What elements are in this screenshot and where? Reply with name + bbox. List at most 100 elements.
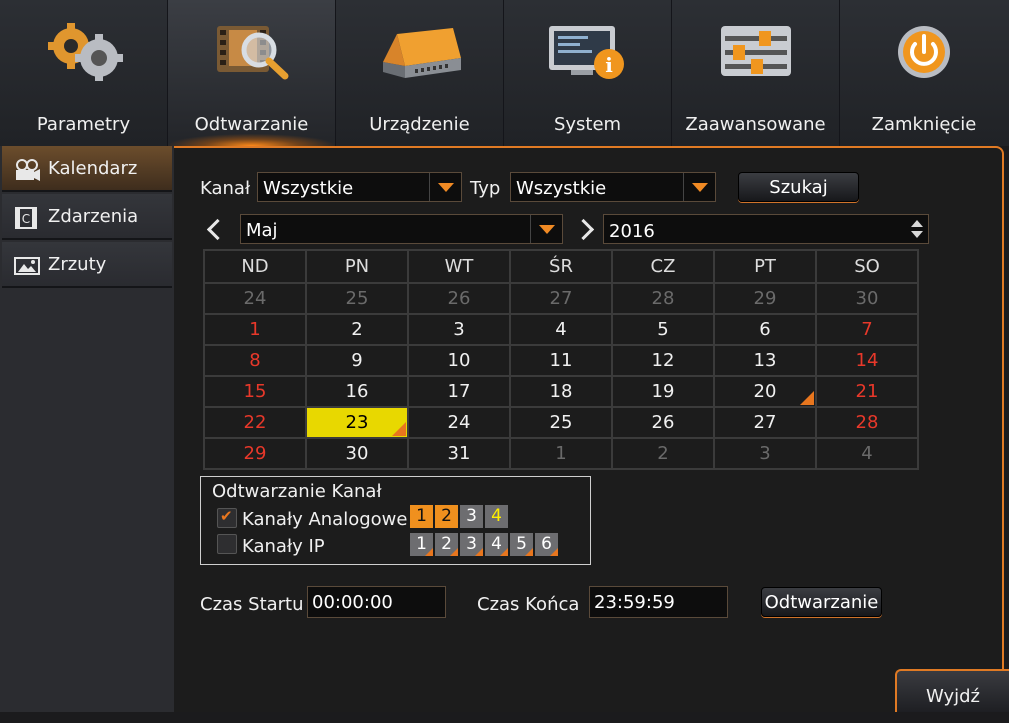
- ip-channel-toggle[interactable]: 5: [510, 533, 533, 556]
- tab-odtwarzanie[interactable]: Odtwarzanie: [168, 0, 336, 146]
- weekday-header: ND: [203, 249, 307, 284]
- calendar-day[interactable]: 18: [509, 375, 613, 408]
- calendar-day[interactable]: 30: [305, 437, 409, 470]
- calendar-day[interactable]: 19: [611, 375, 715, 408]
- sidebar-item-zdarzenia[interactable]: C Zdarzenia: [2, 194, 172, 240]
- calendar-day[interactable]: 2: [305, 313, 409, 346]
- tab-zamkniecie[interactable]: Zamknięcie: [840, 0, 1008, 146]
- sidebar-item-label: Zdarzenia: [48, 206, 139, 227]
- film-magnifier-icon: [216, 26, 288, 80]
- calendar-week-row: 15 16 17 18 19 20 21: [203, 375, 919, 408]
- calendar-grid: ND PN WT ŚR CZ PT SO 24 25 26 27 28 29 30 1 2 3 4 5…: [203, 249, 919, 470]
- tab-zaawansowane[interactable]: Zaawansowane: [672, 0, 840, 146]
- calendar-day[interactable]: 21: [815, 375, 919, 408]
- calendar-day[interactable]: 15: [203, 375, 307, 408]
- calendar-day[interactable]: 5: [611, 313, 715, 346]
- calendar-day[interactable]: 1: [509, 437, 613, 470]
- tab-label: Zaawansowane: [685, 114, 826, 135]
- analog-channel-toggle[interactable]: 4: [485, 505, 508, 528]
- playback-channel-group: Odtwarzanie Kanał Kanały Analogowe 1234 …: [200, 476, 591, 565]
- ip-channel-toggle[interactable]: 2: [435, 533, 458, 556]
- calendar-day[interactable]: 30: [815, 282, 919, 315]
- calendar-day[interactable]: 29: [713, 282, 817, 315]
- monitor-info-icon: i: [548, 26, 624, 79]
- calendar-day[interactable]: 1: [203, 313, 307, 346]
- calendar-day[interactable]: 16: [305, 375, 409, 408]
- year-spinbox-value: 2016: [609, 221, 655, 242]
- sidebar-item-kalendarz[interactable]: Kalendarz: [2, 146, 172, 192]
- analog-channels-label: Kanały Analogowe: [242, 509, 408, 530]
- calendar-day[interactable]: 3: [407, 313, 511, 346]
- calendar-day[interactable]: 4: [815, 437, 919, 470]
- weekday-header: CZ: [611, 249, 715, 284]
- tab-label: System: [553, 114, 622, 135]
- calendar-day[interactable]: 22: [203, 406, 307, 439]
- calendar-body: 24 25 26 27 28 29 30 1 2 3 4 5 6 7 8 9 10 11 12 13 14 15 16 17 1…: [203, 282, 919, 470]
- calendar-day[interactable]: 27: [713, 406, 817, 439]
- active-tab-glow: [168, 134, 335, 146]
- calendar-day[interactable]: 13: [713, 344, 817, 377]
- calendar-day[interactable]: 25: [509, 406, 613, 439]
- power-icon: [898, 26, 950, 78]
- tab-parametry[interactable]: Parametry: [0, 0, 168, 146]
- calendar-day[interactable]: 31: [407, 437, 511, 470]
- calendar-day[interactable]: 25: [305, 282, 409, 315]
- tab-label: Parametry: [36, 114, 131, 135]
- calendar-day[interactable]: 9: [305, 344, 409, 377]
- chevron-down-icon[interactable]: [530, 215, 562, 243]
- ip-channel-toggle[interactable]: 3: [460, 533, 483, 556]
- search-button[interactable]: Szukaj: [738, 172, 859, 202]
- sidebar: Kalendarz C Zdarzenia Zrzuty: [0, 146, 174, 712]
- tab-label: Zamknięcie: [871, 114, 977, 135]
- channel-select[interactable]: Wszystkie: [257, 172, 462, 202]
- month-select[interactable]: Maj: [240, 214, 563, 244]
- calendar-day[interactable]: 2: [611, 437, 715, 470]
- calendar-day[interactable]: 10: [407, 344, 511, 377]
- svg-text:i: i: [605, 53, 613, 77]
- calendar-day[interactable]: 26: [611, 406, 715, 439]
- tab-system[interactable]: i System: [504, 0, 672, 146]
- analog-channel-toggle[interactable]: 1: [410, 505, 433, 528]
- start-time-input[interactable]: 00:00:00: [307, 586, 446, 618]
- ip-channel-toggle[interactable]: 4: [485, 533, 508, 556]
- calendar-day[interactable]: 24: [203, 282, 307, 315]
- calendar-day[interactable]: 3: [713, 437, 817, 470]
- playback-button[interactable]: Odtwarzanie: [761, 587, 882, 617]
- sliders-icon: [720, 26, 791, 76]
- ip-channels-checkbox[interactable]: [217, 534, 237, 554]
- calendar-day[interactable]: 7: [815, 313, 919, 346]
- calendar-day[interactable]: 28: [611, 282, 715, 315]
- calendar-day[interactable]: 14: [815, 344, 919, 377]
- analog-channels-checkbox[interactable]: [217, 507, 237, 528]
- calendar-day[interactable]: 17: [407, 375, 511, 408]
- weekday-header: PT: [713, 249, 817, 284]
- analog-channel-toggle[interactable]: 2: [435, 505, 458, 528]
- weekday-header: SO: [815, 249, 919, 284]
- calendar-day[interactable]: 11: [509, 344, 613, 377]
- analog-channel-toggle[interactable]: 3: [460, 505, 483, 528]
- ip-channel-toggle[interactable]: 1: [410, 533, 433, 556]
- chevron-down-icon[interactable]: [683, 173, 715, 201]
- end-time-label: Czas Końca: [477, 594, 580, 615]
- spin-updown-icon[interactable]: [910, 219, 924, 239]
- chevron-down-icon[interactable]: [429, 173, 461, 201]
- ip-channel-toggle[interactable]: 6: [535, 533, 558, 556]
- tab-urzadzenie[interactable]: Urządzenie: [336, 0, 504, 146]
- year-spinbox[interactable]: 2016: [603, 214, 929, 244]
- sidebar-item-zrzuty[interactable]: Zrzuty: [2, 242, 172, 288]
- calendar-day[interactable]: 20: [713, 375, 817, 408]
- calendar-day[interactable]: 26: [407, 282, 511, 315]
- calendar-day[interactable]: 12: [611, 344, 715, 377]
- type-select[interactable]: Wszystkie: [510, 172, 716, 202]
- calendar-day[interactable]: 24: [407, 406, 511, 439]
- calendar-day[interactable]: 27: [509, 282, 613, 315]
- calendar-day-selected[interactable]: 23: [305, 406, 409, 439]
- calendar-day[interactable]: 29: [203, 437, 307, 470]
- calendar-day[interactable]: 4: [509, 313, 613, 346]
- sidebar-item-label: Kalendarz: [48, 158, 138, 179]
- calendar-day[interactable]: 28: [815, 406, 919, 439]
- end-time-input[interactable]: 23:59:59: [589, 586, 728, 618]
- calendar-day[interactable]: 8: [203, 344, 307, 377]
- calendar-day[interactable]: 6: [713, 313, 817, 346]
- exit-button[interactable]: Wyjdź: [895, 669, 1009, 712]
